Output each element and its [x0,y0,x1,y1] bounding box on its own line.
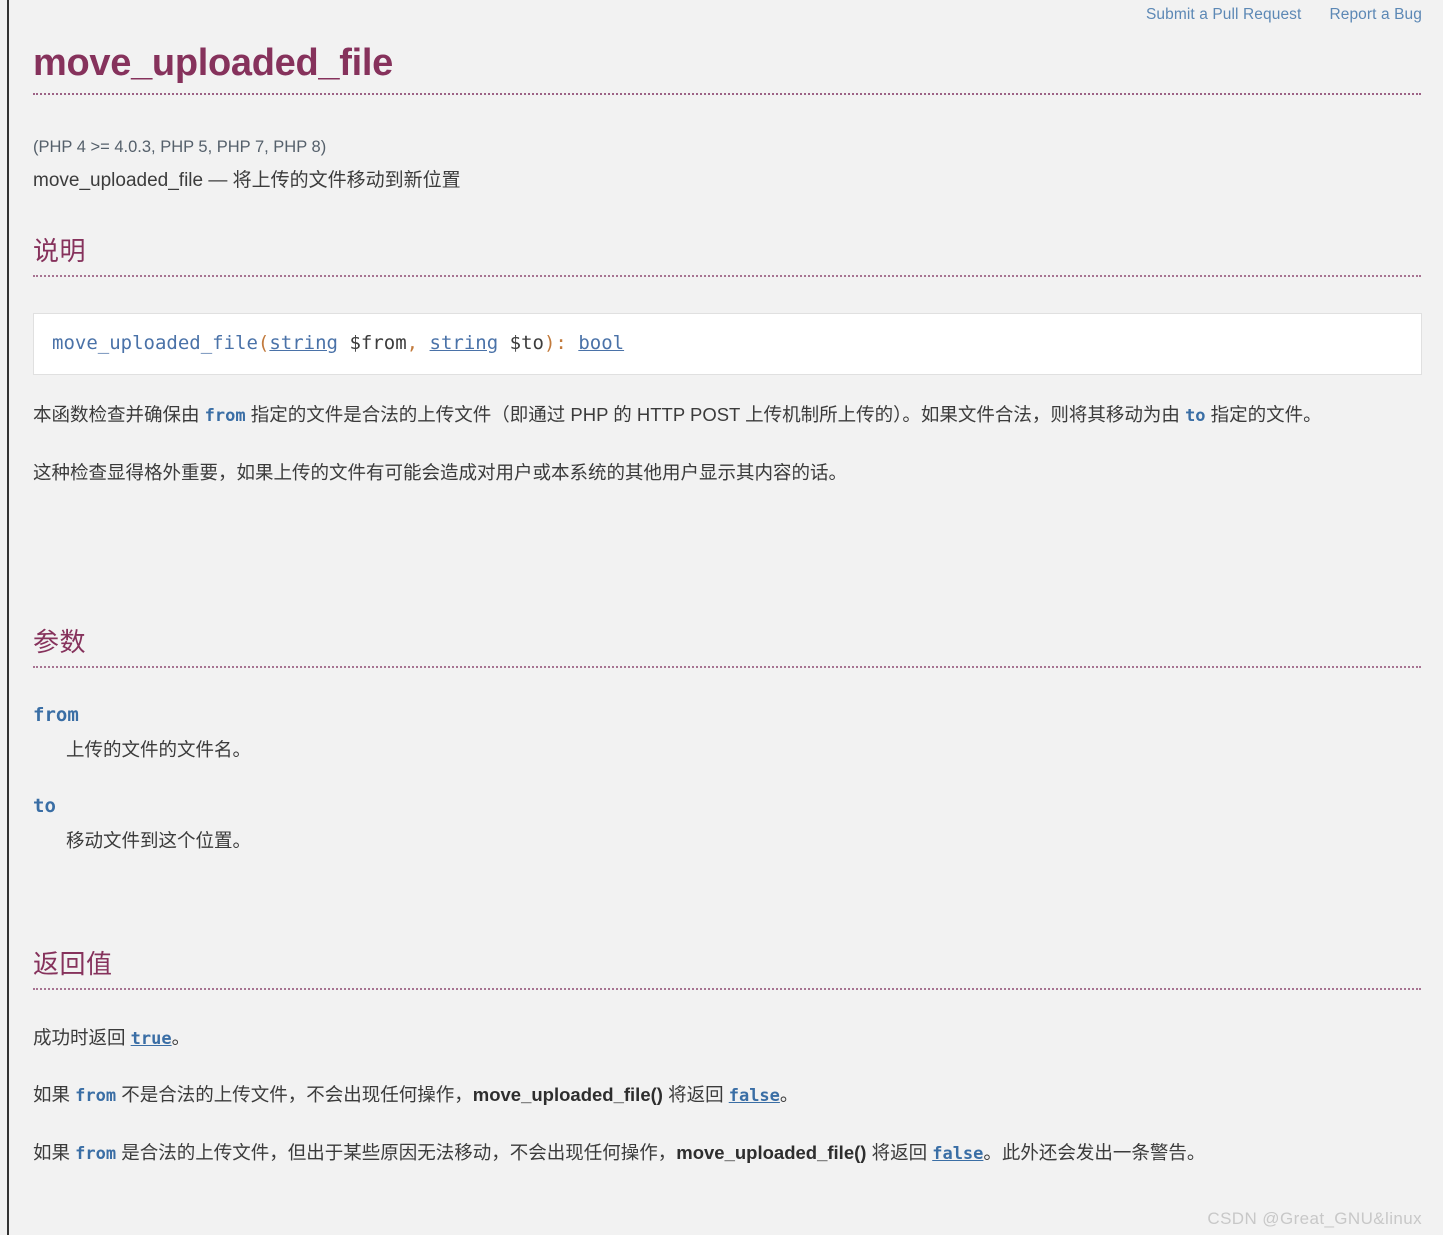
parameters-list: from 上传的文件的文件名。 to 移动文件到这个位置。 [33,704,1421,855]
synopsis-return-type[interactable]: bool [578,332,624,354]
rv-p1-text-1: 成功时返回 [33,1026,131,1048]
method-synopsis: move_uploaded_file(string $from, string … [33,312,1422,375]
parameters-divider [33,665,1421,668]
page-purpose: move_uploaded_file — 将上传的文件移动到新位置 [33,170,461,191]
rv-p3-text-1: 如果 [33,1141,76,1163]
parameters-heading: 参数 [33,627,87,657]
section-returnvalues: 返回值 成功时返回 true。 如果 from 不是合法的上传文件，不会出现任何… [33,949,1421,1169]
synopsis-comma: , [406,331,430,354]
section-parameters: 参数 from 上传的文件的文件名。 to 移动文件到这个位置。 [33,627,1421,855]
synopsis-colon: : [555,331,579,354]
rv-p3-false-link[interactable]: false [932,1144,983,1164]
desc-p1-text-1: 本函数检查并确保由 [33,403,205,425]
desc-p1-text-3: 指定的文件。 [1205,403,1322,425]
page-title: move_uploaded_file [33,42,393,84]
returnvalues-paragraph-2: 如果 from 不是合法的上传文件，不会出现任何操作，move_uploaded… [33,1080,1421,1111]
synopsis-function-name: move_uploaded_file [52,331,258,354]
desc-p1-to-code: to [1185,405,1206,426]
returnvalues-paragraph-3: 如果 from 是合法的上传文件，但出于某些原因无法移动，不会出现任何操作，mo… [33,1138,1421,1169]
parameter-entry-from: from 上传的文件的文件名。 [33,704,1421,764]
description-divider [33,274,1421,277]
edit-links-bar: Submit a Pull Request Report a Bug [1146,6,1422,24]
parameter-desc-to: 移动文件到这个位置。 [66,830,252,852]
csdn-watermark: CSDN @Great_GNU&linux [1207,1209,1422,1228]
submit-pull-request-link[interactable]: Submit a Pull Request [1146,6,1301,24]
rv-p2-text-4: 。 [779,1084,799,1106]
rv-p2-false-link[interactable]: false [729,1086,780,1106]
description-paragraph-1: 本函数检查并确保由 from 指定的文件是合法的上传文件（即通过 PHP 的 H… [33,400,1421,431]
synopsis-arg2-variable: $to [509,331,544,354]
synopsis-arg2-type[interactable]: string [430,332,499,354]
rv-p2-text-2: 不是合法的上传文件，不会出现任何操作， [116,1084,473,1106]
description-paragraph-2: 这种检查显得格外重要，如果上传的文件有可能会造成对用户或本系统的其他用户显示其内… [33,462,848,484]
section-description: 说明 move_uploaded_file(string $from, stri… [33,236,1422,488]
synopsis-arg1-variable: $from [349,331,407,354]
returnvalues-paragraph-1: 成功时返回 true。 [33,1023,1421,1054]
synopsis-space-2 [498,332,509,354]
rv-p3-text-3: 将返回 [866,1141,933,1163]
title-divider [33,93,1421,95]
rv-p2-text-1: 如果 [33,1084,76,1106]
parameter-name-from: from [33,703,79,726]
synopsis-arg1-name [338,332,349,354]
desc-p1-from-code: from [204,405,246,426]
returnvalues-heading: 返回值 [33,949,113,979]
parameter-name-to: to [33,795,56,818]
synopsis-close-paren: ) [543,331,556,354]
synopsis-open-paren: ( [257,331,270,354]
parameter-entry-to: to 移动文件到这个位置。 [33,795,1421,855]
report-a-bug-link[interactable]: Report a Bug [1329,6,1422,24]
version-info: (PHP 4 >= 4.0.3, PHP 5, PHP 7, PHP 8) [33,138,327,156]
returnvalues-divider [33,987,1421,990]
rv-p2-function-name: move_uploaded_file() [472,1084,663,1106]
rv-p1-true-link[interactable]: true [131,1029,172,1049]
rv-p3-function-name: move_uploaded_file() [676,1141,867,1163]
rv-p2-from-code: from [75,1086,117,1107]
rv-p3-from-code: from [75,1143,117,1164]
parameter-desc-from: 上传的文件的文件名。 [66,738,252,760]
rv-p2-text-3: 将返回 [662,1084,729,1106]
rv-p3-text-4: 。此外还会发出一条警告。 [983,1141,1206,1163]
desc-p1-text-2: 指定的文件是合法的上传文件（即通过 PHP 的 HTTP POST 上传机制所上… [245,403,1186,425]
description-heading: 说明 [33,236,87,266]
rv-p1-text-2: 。 [171,1026,191,1048]
synopsis-arg1-type[interactable]: string [269,332,338,354]
php-manual-page: Submit a Pull Request Report a Bug move_… [0,0,1443,1235]
rv-p3-text-2: 是合法的上传文件，但出于某些原因无法移动，不会出现任何操作， [116,1141,677,1163]
